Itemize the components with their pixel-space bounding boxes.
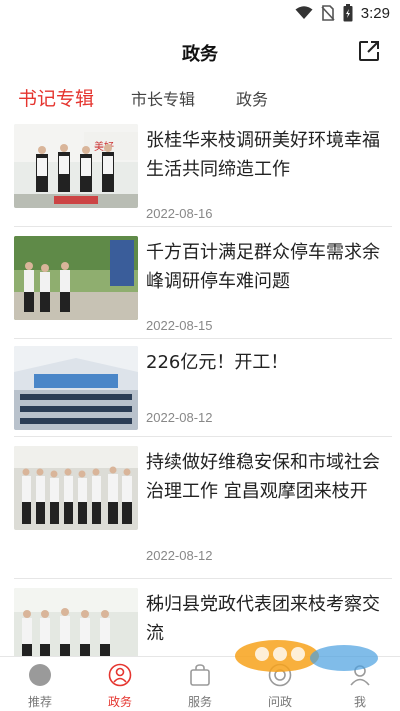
government-icon xyxy=(108,663,132,687)
battery-icon xyxy=(343,4,353,22)
nav-services[interactable]: 服务 xyxy=(160,657,240,711)
news-thumbnail: 美好 xyxy=(14,124,138,208)
bag-icon xyxy=(190,664,210,686)
news-date: 2022-08-12 xyxy=(146,548,213,563)
nav-government[interactable]: 政务 xyxy=(80,657,160,711)
news-thumbnail xyxy=(14,588,138,656)
tab-secretary-album[interactable]: 书记专辑 xyxy=(18,84,94,111)
status-time: 3:29 xyxy=(360,4,390,22)
divider xyxy=(14,578,392,579)
divider xyxy=(14,436,392,437)
news-date: 2022-08-15 xyxy=(146,318,213,333)
news-date: 2022-08-16 xyxy=(146,206,213,221)
news-title: 千方百计满足群众停车需求余峰调研停车难问题 xyxy=(146,242,380,292)
news-title: 持续做好维稳安保和市域社会治理工作 宜昌观摩团来枝开 xyxy=(146,452,380,502)
list-item[interactable]: 美好 张桂华来枝调研美好环境幸福生活共同缔造工作 2022-08-16 xyxy=(14,124,392,224)
list-item[interactable]: 持续做好维稳安保和市域社会治理工作 宜昌观摩团来枝开 2022-08-12 xyxy=(14,446,392,568)
page-title: 政务 xyxy=(182,44,218,65)
status-icons: 3:29 xyxy=(295,4,390,22)
news-thumbnail xyxy=(14,446,138,530)
site-watermark-logo xyxy=(235,640,378,672)
nav-label: 政务 xyxy=(107,695,132,709)
nav-label: 服务 xyxy=(187,695,212,709)
news-date: 2022-08-12 xyxy=(146,410,213,425)
list-item[interactable]: 226亿元！开工！ 2022-08-12 xyxy=(14,346,392,446)
divider xyxy=(14,338,392,339)
nav-label: 我 xyxy=(353,695,366,709)
status-bar: 3:29 xyxy=(0,0,400,28)
news-thumbnail xyxy=(14,236,138,320)
no-sim-icon xyxy=(321,5,335,21)
divider xyxy=(14,226,392,227)
external-link-icon[interactable] xyxy=(358,40,380,62)
tab-mayor-album[interactable]: 市长专辑 xyxy=(131,86,195,110)
home-circle-icon xyxy=(29,664,51,686)
tab-bar: 书记专辑 市长专辑 政务 xyxy=(0,82,400,116)
news-title: 张桂华来枝调研美好环境幸福生活共同缔造工作 xyxy=(146,130,380,180)
list-item[interactable]: 千方百计满足群众停车需求余峰调研停车难问题 2022-08-15 xyxy=(14,236,392,336)
nav-recommend[interactable]: 推荐 xyxy=(0,657,80,711)
wifi-icon xyxy=(295,6,313,19)
news-title: 226亿元！开工！ xyxy=(146,352,289,373)
nav-label: 问政 xyxy=(267,695,292,709)
news-list: 美好 张桂华来枝调研美好环境幸福生活共同缔造工作 2022-08-16 千方百计… xyxy=(0,116,400,656)
app-header: 政务 xyxy=(0,28,400,74)
nav-label: 推荐 xyxy=(27,695,52,709)
news-thumbnail xyxy=(14,346,138,430)
tab-government-affairs[interactable]: 政务 xyxy=(236,86,268,110)
